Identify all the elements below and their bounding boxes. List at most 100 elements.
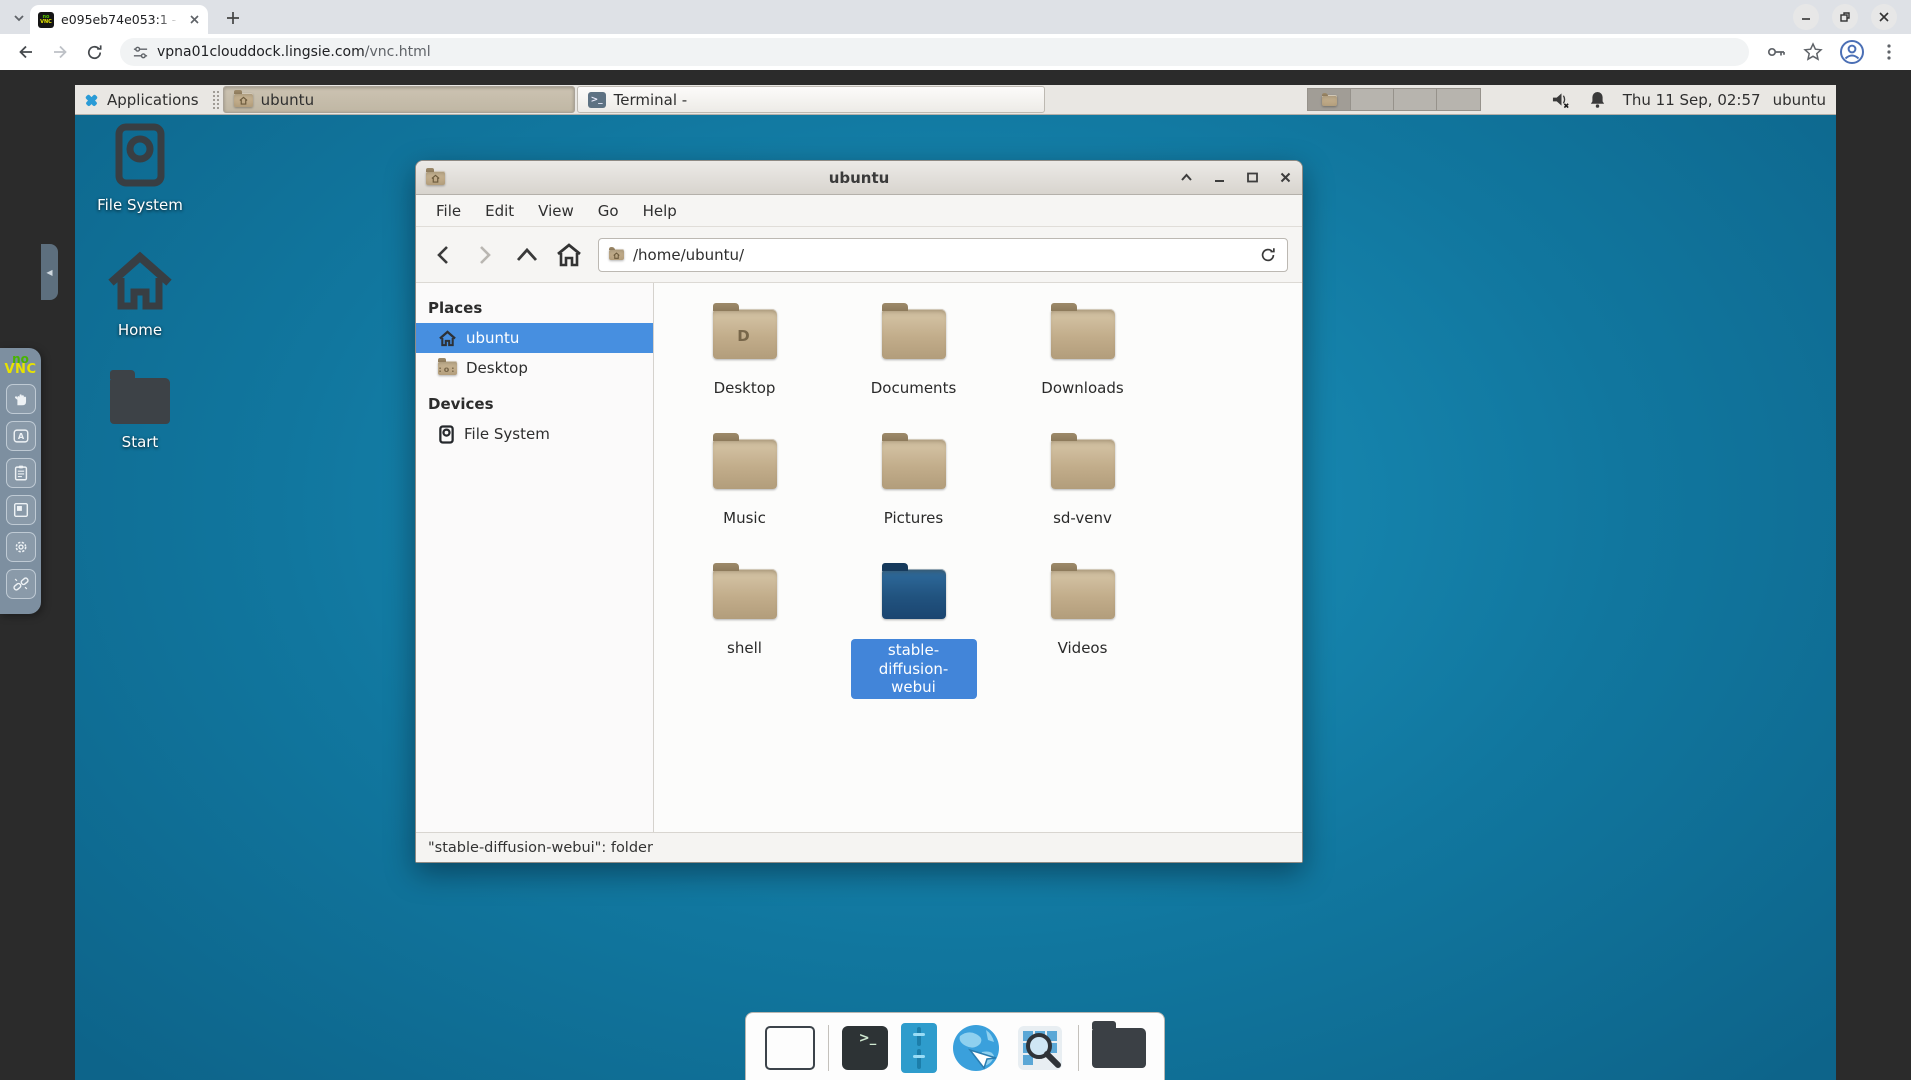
- file-item-stable-diffusion-webui[interactable]: stable-diffusion-webui: [829, 569, 998, 699]
- home-icon: [438, 330, 457, 347]
- minimize-button[interactable]: [1793, 4, 1819, 30]
- menu-kebab-icon[interactable]: [1881, 43, 1897, 61]
- sidebar-item-desktop[interactable]: :o: Desktop: [416, 353, 653, 383]
- fullscreen-button[interactable]: [6, 495, 36, 525]
- sidebar-item-label: ubuntu: [466, 329, 519, 347]
- close-window-button[interactable]: [1871, 4, 1897, 30]
- file-grid: D Desktop Documents Downloads: [654, 283, 1302, 832]
- minimize-icon: [1800, 11, 1812, 23]
- file-manager-toolbar: /home/ubuntu/: [416, 227, 1302, 283]
- browser-tab[interactable]: noVNC e095eb74e053:1 - noVNC: [30, 5, 208, 34]
- file-item-shell[interactable]: shell: [660, 569, 829, 699]
- desktop-icon-start[interactable]: Start: [80, 378, 200, 451]
- tab-search-button[interactable]: [8, 7, 30, 29]
- back-button[interactable]: [14, 40, 38, 64]
- sidebar-item-ubuntu[interactable]: ubuntu: [416, 323, 653, 353]
- notification-bell-icon[interactable]: [1589, 90, 1606, 109]
- task-button-terminal[interactable]: >_ Terminal -: [577, 86, 1045, 113]
- path-bar[interactable]: /home/ubuntu/: [598, 238, 1288, 272]
- status-bar: "stable-diffusion-webui": folder: [416, 832, 1302, 862]
- directory-menu-button[interactable]: [1092, 1028, 1146, 1068]
- menu-view[interactable]: View: [526, 197, 586, 225]
- web-browser-launcher[interactable]: [950, 1022, 1002, 1074]
- panel-user-menu[interactable]: ubuntu: [1773, 85, 1836, 114]
- browser-toolbar: vpna01clouddock.lingsie.com/vnc.html: [0, 34, 1911, 70]
- maximize-button[interactable]: [1246, 172, 1259, 183]
- applications-menu-button[interactable]: Applications: [75, 85, 209, 114]
- folder-icon: [882, 439, 946, 489]
- address-bar[interactable]: vpna01clouddock.lingsie.com/vnc.html: [120, 38, 1749, 66]
- file-item-sd-venv[interactable]: sd-venv: [998, 439, 1167, 569]
- shade-button[interactable]: [1180, 172, 1193, 183]
- disconnect-button[interactable]: [6, 569, 36, 599]
- new-tab-button[interactable]: [222, 7, 244, 29]
- nav-back-button[interactable]: [430, 242, 456, 268]
- window-miniature-icon: [1322, 95, 1337, 106]
- menu-edit[interactable]: Edit: [473, 197, 526, 225]
- restore-icon: [1839, 11, 1851, 23]
- bookmark-star-icon[interactable]: [1803, 42, 1823, 62]
- file-manager-body: Places ubuntu :o: Desktop Devices File S…: [416, 283, 1302, 832]
- dock-separator: [828, 1025, 829, 1071]
- file-item-downloads[interactable]: Downloads: [998, 309, 1167, 439]
- file-item-pictures[interactable]: Pictures: [829, 439, 998, 569]
- file-name: Downloads: [1041, 379, 1123, 398]
- forward-button[interactable]: [48, 40, 72, 64]
- close-button[interactable]: [1279, 172, 1292, 183]
- file-item-videos[interactable]: Videos: [998, 569, 1167, 699]
- gear-icon: [12, 538, 30, 556]
- app-finder-launcher[interactable]: [1015, 1023, 1065, 1073]
- desktop-icon-home[interactable]: Home: [80, 250, 200, 339]
- password-key-icon[interactable]: [1765, 41, 1787, 63]
- extra-keys-button[interactable]: A: [6, 421, 36, 451]
- tab-title: e095eb74e053:1 - noVNC: [61, 12, 179, 27]
- tab-close-button[interactable]: [189, 14, 200, 25]
- restore-button[interactable]: [1832, 4, 1858, 30]
- nav-up-button[interactable]: [514, 242, 540, 268]
- workspace-3[interactable]: [1394, 89, 1437, 110]
- clipboard-button[interactable]: [6, 458, 36, 488]
- profile-avatar-icon[interactable]: [1839, 39, 1865, 65]
- globe-icon: [950, 1022, 1002, 1074]
- sidebar-item-file-system[interactable]: File System: [416, 419, 653, 449]
- browser-chrome: noVNC e095eb74e053:1 - noVNC vpna01cloud…: [0, 0, 1911, 70]
- file-name: Music: [723, 509, 766, 528]
- toolbar-right: [1765, 39, 1897, 65]
- desktop-icon-file-system[interactable]: File System: [80, 123, 200, 214]
- workspace-2[interactable]: [1351, 89, 1394, 110]
- show-desktop-button[interactable]: [765, 1026, 815, 1070]
- novnc-favicon-icon: noVNC: [38, 12, 54, 28]
- workspace-4[interactable]: [1437, 89, 1480, 110]
- reload-button[interactable]: [1259, 246, 1277, 264]
- task-button-ubuntu[interactable]: ubuntu: [223, 86, 575, 113]
- drive-icon: [111, 123, 169, 187]
- terminal-launcher[interactable]: >_: [842, 1026, 888, 1070]
- settings-button[interactable]: [6, 532, 36, 562]
- file-name: shell: [727, 639, 762, 658]
- nav-forward-button[interactable]: [472, 242, 498, 268]
- volume-muted-icon[interactable]: [1551, 90, 1572, 109]
- workspace-1[interactable]: [1308, 89, 1351, 110]
- drag-viewport-button[interactable]: [6, 384, 36, 414]
- applications-icon: [83, 91, 100, 108]
- menu-go[interactable]: Go: [586, 197, 631, 225]
- file-item-documents[interactable]: Documents: [829, 309, 998, 439]
- app-finder-icon: [1015, 1023, 1065, 1073]
- window-titlebar[interactable]: ubuntu: [416, 161, 1302, 195]
- file-manager-launcher[interactable]: [901, 1023, 937, 1073]
- chevron-up-icon: [1180, 172, 1193, 183]
- file-item-music[interactable]: Music: [660, 439, 829, 569]
- chevron-down-icon: [13, 12, 25, 24]
- menu-file[interactable]: File: [424, 197, 473, 225]
- file-item-desktop[interactable]: D Desktop: [660, 309, 829, 439]
- novnc-page-background: Applications ubuntu >_ Terminal -: [0, 70, 1911, 1080]
- nav-home-button[interactable]: [556, 242, 582, 268]
- panel-grip-handle[interactable]: [212, 90, 219, 109]
- url-text: vpna01clouddock.lingsie.com/vnc.html: [157, 44, 431, 60]
- site-settings-icon: [132, 44, 149, 61]
- menu-help[interactable]: Help: [631, 197, 689, 225]
- minimize-button[interactable]: [1213, 172, 1226, 183]
- panel-clock[interactable]: Thu 11 Sep, 02:57: [1623, 91, 1761, 109]
- novnc-handle[interactable]: ◀: [41, 244, 58, 300]
- reload-button[interactable]: [82, 40, 106, 64]
